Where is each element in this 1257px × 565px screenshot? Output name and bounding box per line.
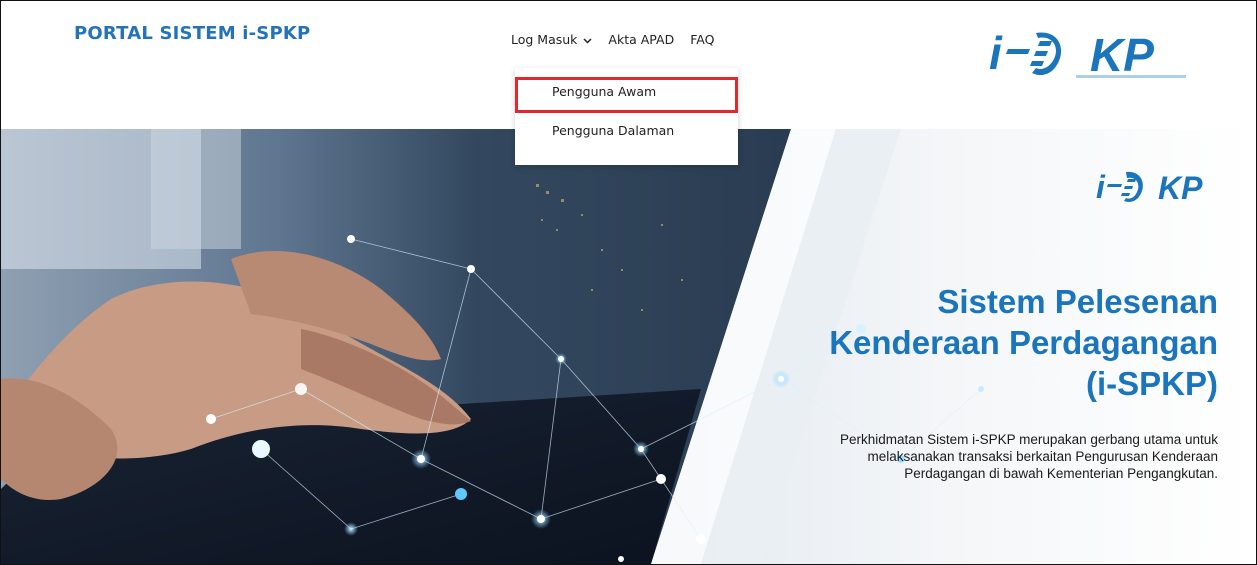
svg-text:KP: KP [1090, 29, 1154, 81]
nav-akta-apad[interactable]: Akta APAD [608, 32, 674, 47]
hero-title-line-2: Kenderaan Perdagangan [829, 324, 1218, 361]
hero-description: Perkhidmatan Sistem i-SPKP merupakan ger… [840, 432, 1218, 481]
hero-title-line-3: (i-SPKP) [1086, 365, 1218, 402]
hero-title-line-1: Sistem Pelesenan [937, 283, 1218, 320]
nav-log-masuk-label: Log Masuk [511, 32, 578, 47]
browser-frame: PORTAL SISTEM i-SPKP Log Masuk Akta APAD… [0, 0, 1257, 565]
chevron-down-icon [583, 32, 592, 47]
menu-item-pengguna-dalaman[interactable]: Pengguna Dalaman [552, 123, 674, 138]
nav-faq[interactable]: FAQ [690, 32, 714, 47]
svg-text:i: i [1096, 169, 1106, 205]
main-nav: Log Masuk Akta APAD FAQ [511, 32, 730, 47]
ispkp-logo[interactable]: i KP [986, 23, 1201, 83]
highlight-box [515, 77, 738, 113]
nav-log-masuk[interactable]: Log Masuk [511, 32, 592, 47]
svg-text:i: i [989, 27, 1003, 79]
svg-text:KP: KP [1158, 170, 1203, 206]
hero-title: Sistem Pelesenan Kenderaan Perdagangan (… [829, 281, 1218, 404]
site-title[interactable]: PORTAL SISTEM i-SPKP [74, 23, 310, 44]
ispkp-hero-logo: i KP [1094, 166, 1224, 208]
hero-banner: i KP Sistem Pelesenan Kenderaan Perdagan… [1, 129, 1256, 564]
